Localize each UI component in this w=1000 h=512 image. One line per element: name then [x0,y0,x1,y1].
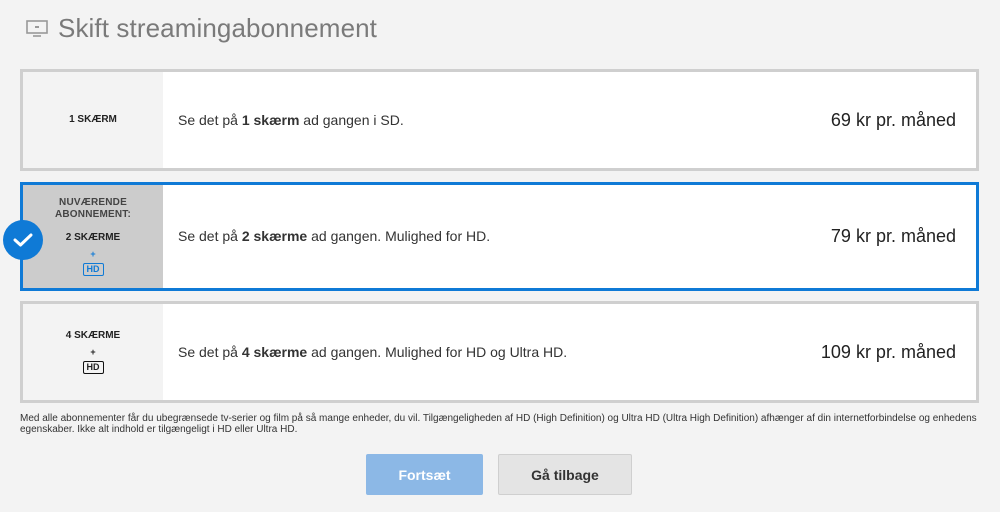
footnote: Med alle abonnementer får du ubegrænsede… [20,413,977,435]
plan-screens-label: 1 SKÆRM [69,114,117,126]
desc-text: ad gangen. Mulighed for HD og Ultra HD. [307,344,568,360]
plan-option-4-screens[interactable]: 4 SKÆRME + HD Se det på 4 skærme ad gang… [20,301,979,403]
plan-price: 69 kr pr. måned [830,109,956,130]
desc-text: Se det på [178,228,242,244]
current-plan-label: NUVÆRENDE ABONNEMENT: [54,197,132,220]
plan-price: 79 kr pr. måned [830,226,956,246]
desc-bold: 2 skærme [241,228,308,244]
check-icon [3,220,43,260]
desc-text: Se det på [178,344,242,360]
desc-bold: 4 skærme [241,344,308,360]
continue-button[interactable]: Fortsæt [366,454,483,495]
action-buttons: Fortsæt Gå tilbage [366,454,632,495]
hd-badge: HD [82,262,104,276]
plus-sign: + [90,248,96,259]
plan-screens-label: 4 SKÆRME [65,330,121,342]
plan-description: Se det på 1 skærm ad gangen i SD. [163,72,831,168]
plan-label-cell: 1 SKÆRM [23,72,163,168]
plan-price: 109 kr pr. måned [820,341,956,362]
plan-label-cell: NUVÆRENDE ABONNEMENT: 2 SKÆRME + HD [23,185,163,288]
desc-text: ad gangen i SD. [299,112,404,128]
back-button[interactable]: Gå tilbage [498,454,632,495]
page-title: Skift streamingabonnement [58,13,378,43]
plan-screens-label: 2 SKÆRME [65,232,121,244]
plan-label-cell: 4 SKÆRME + HD [23,304,163,400]
plan-list: 1 SKÆRM Se det på 1 skærm ad gangen i SD… [3,69,979,414]
plan-description: Se det på 2 skærme ad gangen. Mulighed f… [163,185,831,288]
plan-option-1-screen[interactable]: 1 SKÆRM Se det på 1 skærm ad gangen i SD… [20,69,979,171]
tv-icon [26,19,48,37]
plan-description: Se det på 4 skærme ad gangen. Mulighed f… [163,304,821,400]
plus-sign: + [90,346,96,357]
desc-text: ad gangen. Mulighed for HD. [307,228,491,244]
page-header: Skift streamingabonnement [26,13,377,44]
hd-badge: HD [82,360,104,374]
desc-text: Se det på [178,112,242,128]
plan-option-2-screens[interactable]: NUVÆRENDE ABONNEMENT: 2 SKÆRME + HD Se d… [3,182,979,291]
desc-bold: 1 skærm [241,112,300,128]
